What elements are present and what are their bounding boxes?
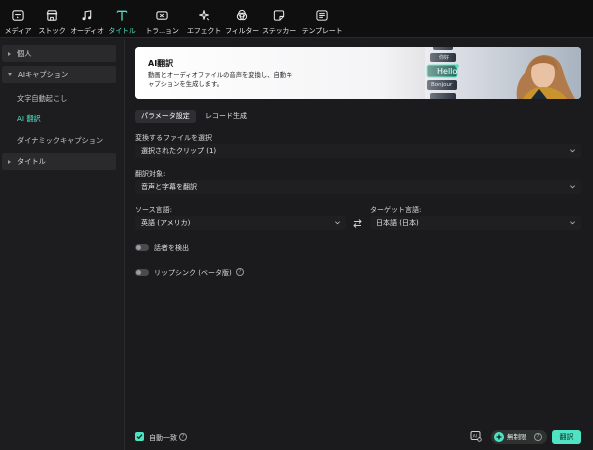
toolbar-sticker[interactable]: ステッカー [261,4,297,36]
lipsync-help-icon[interactable]: ? [236,268,244,276]
sidebar-item-dynamic-caption[interactable]: ダイナミックキャプション [17,136,103,146]
toolbar-filter[interactable]: フィルター [224,4,260,36]
sidebar-item-ai-translation[interactable]: AI 翻訳 [17,114,41,124]
translate-button[interactable]: 翻訳 [552,430,581,444]
speaker-detection-label: 話者を検出 [154,244,189,252]
toolbar-effect-label: エフェクト [187,27,221,35]
translation-target-dropdown[interactable]: 音声と字幕を翻訳 [135,180,581,194]
bubble-chinese: 你好 [439,55,450,61]
toolbar-title[interactable]: タイトル [108,4,136,36]
target-language-value: 日本語 (日本) [376,219,419,227]
toolbar-media[interactable]: メディア [4,4,32,36]
toolbar-stock-label: ストック [38,27,66,35]
sidebar-category-label: タイトル [17,156,46,166]
toolbar-transition-label: トラ...ョン [145,27,179,35]
toolbar-audio-label: オーディオ [70,27,104,35]
ai-translation-banner: AI翻訳 動画とオーディオファイルの音声を変換し、自動キャプションを生成します。… [135,47,581,99]
unlimited-help-icon[interactable]: ? [534,433,542,441]
category-sidebar: 個人 AIキャプション 文字自動起こし AI 翻訳 ダイナミックキャプション タ… [0,39,125,450]
speaker-detection-toggle[interactable] [135,244,149,251]
chevron-down-icon [335,221,340,225]
sidebar-category-label: AIキャプション [18,69,69,79]
target-language-dropdown[interactable]: 日本語 (日本) [370,216,581,230]
chevron-down-icon [570,149,575,153]
plus-icon [494,432,504,442]
auto-match-checkbox[interactable] [135,432,144,441]
source-language-label: ソース言語: [135,206,173,214]
title-t-icon [116,10,128,21]
sidebar-category-label: 個人 [17,48,32,58]
bubble-bonjour: Bonjour [431,82,453,88]
unlimited-label: 無制限 [507,433,527,441]
chevron-down-icon [570,185,575,189]
expand-triangle-icon [8,51,11,56]
chevron-down-icon [570,221,575,225]
toolbar-stock[interactable]: ストック [37,4,67,36]
banner-title: AI翻訳 [148,59,174,68]
file-select-value: 選択されたクリップ (1) [141,147,217,155]
auto-match-help-icon[interactable]: ? [179,433,187,441]
template-icon [316,10,328,21]
filter-icon [236,9,248,21]
stock-icon [46,10,58,21]
bubble-hello: Hello [437,67,458,76]
music-note-icon [82,10,92,21]
auto-match-label: 自動一致 [149,434,177,442]
target-language-label: ターゲット言語: [370,206,422,214]
tab-parameter-settings[interactable]: パラメータ設定 [135,110,196,123]
tab-record-generation[interactable]: レコード生成 [199,110,253,123]
sidebar-category-title[interactable]: タイトル [2,153,116,170]
transition-icon [156,11,168,20]
translation-target-value: 音声と字幕を翻訳 [141,183,197,191]
checkmark-icon [136,434,143,440]
toolbar-sticker-label: ステッカー [262,27,296,35]
expand-triangle-icon [8,159,11,164]
toolbar-audio[interactable]: オーディオ [69,4,105,36]
source-language-dropdown[interactable]: 英語 (アメリカ) [135,216,346,230]
unlimited-credits-badge[interactable]: 無制限 ? [491,430,547,444]
toolbar-filter-label: フィルター [225,27,259,35]
toolbar-effect[interactable]: エフェクト [186,4,222,36]
svg-text:AI: AI [473,434,477,440]
banner-description: 動画とオーディオファイルの音声を変換し、自動キャプションを生成します。 [148,72,293,88]
ai-settings-icon[interactable]: AI [470,430,482,442]
lipsync-toggle[interactable] [135,269,149,276]
toolbar-transition[interactable]: トラ...ョン [144,4,180,36]
file-select-dropdown[interactable]: 選択されたクリップ (1) [135,144,581,158]
sidebar-category-ai-caption[interactable]: AIキャプション [2,66,116,83]
toolbar-title-label: タイトル [108,27,136,35]
sidebar-category-personal[interactable]: 個人 [2,45,116,62]
media-icon [12,10,24,21]
top-toolbar: メディア ストック オーディオ タイトル トラ...ョン エフェクト フィルター… [0,0,593,38]
effect-sparkle-icon [199,10,210,21]
toolbar-template-label: テンプレート [301,27,343,35]
file-select-label: 変換するファイルを選択 [135,134,212,142]
lipsync-label: リップシンク (ベータ版) [154,269,232,277]
swap-languages-icon[interactable] [352,218,363,229]
toolbar-template[interactable]: テンプレート [300,4,344,36]
translation-target-label: 翻訳対象: [135,170,166,178]
source-language-value: 英語 (アメリカ) [141,219,191,227]
collapse-triangle-icon [8,73,12,76]
sidebar-item-auto-transcription[interactable]: 文字自動起こし [17,94,67,104]
toolbar-media-label: メディア [4,27,32,35]
sticker-icon [273,10,285,21]
